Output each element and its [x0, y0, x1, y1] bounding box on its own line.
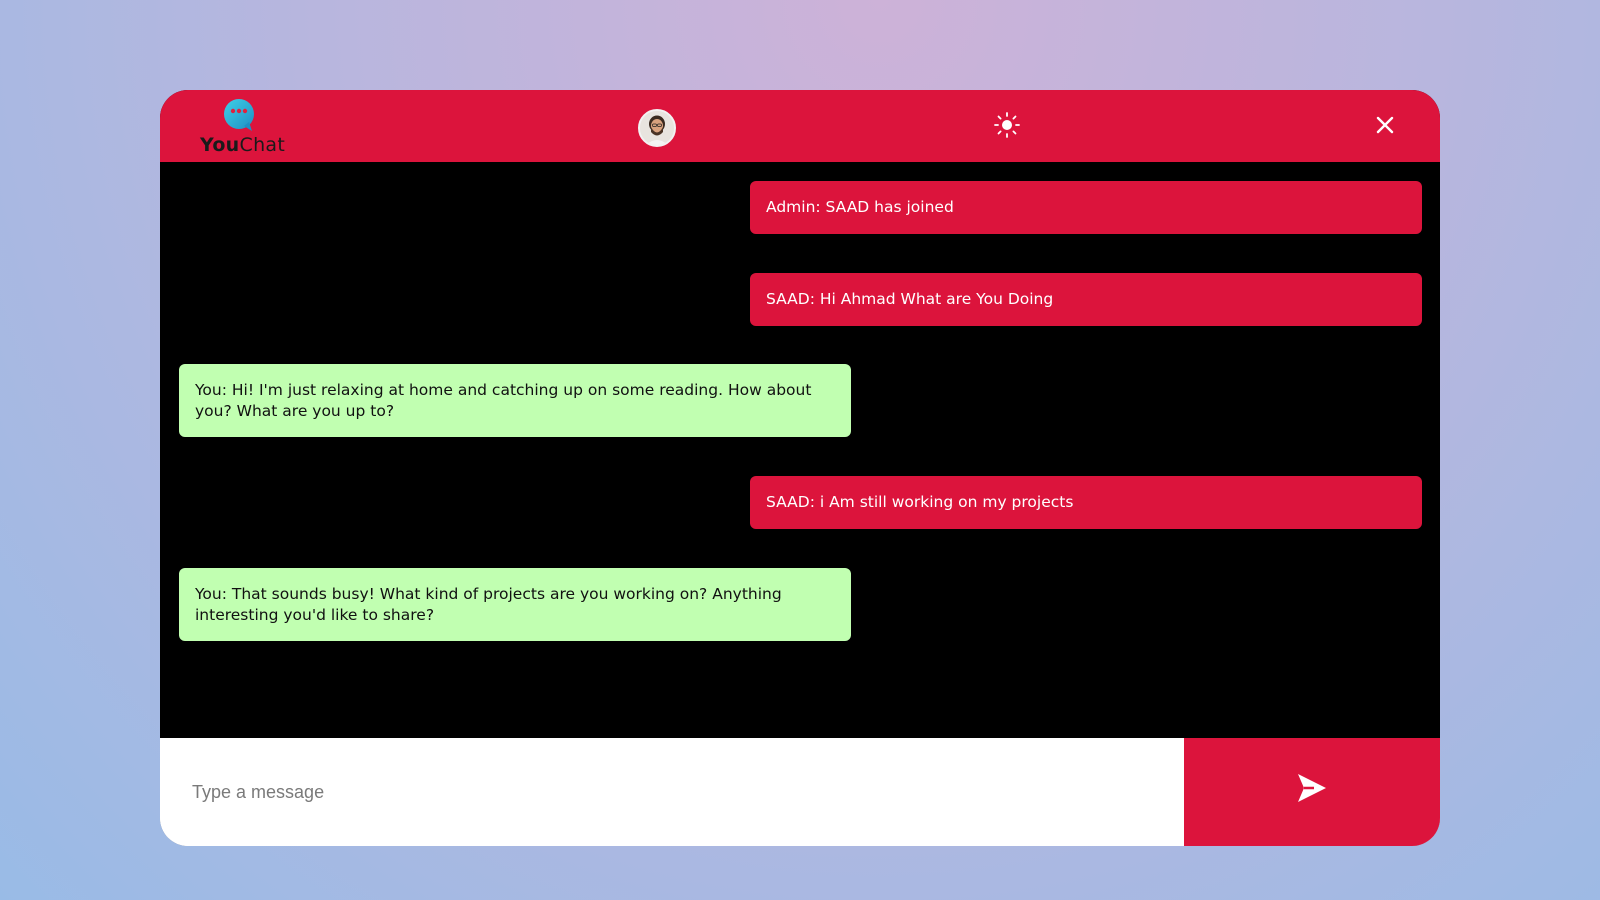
message-incoming: Admin: SAAD has joined	[750, 181, 1422, 234]
send-icon	[1298, 774, 1326, 802]
close-button[interactable]	[1372, 112, 1398, 138]
message-incoming: SAAD: i Am still working on my projects	[750, 476, 1422, 529]
user-avatar-icon[interactable]	[638, 109, 676, 147]
chat-bubble-logo-icon	[224, 99, 254, 131]
message-composer	[160, 738, 1440, 846]
message-input[interactable]	[160, 738, 1184, 846]
app-name: YouChat	[200, 134, 285, 156]
app-logo: YouChat	[196, 96, 286, 158]
chat-header: YouChat	[160, 90, 1440, 162]
message-list[interactable]: Admin: SAAD has joined SAAD: Hi Ahmad Wh…	[160, 162, 1440, 738]
message-incoming: SAAD: Hi Ahmad What are You Doing	[750, 273, 1422, 326]
send-button[interactable]	[1184, 738, 1440, 846]
chat-window: YouChat Admin: SAAD has joined SAAD: Hi …	[160, 90, 1440, 846]
sun-icon	[994, 112, 1020, 138]
theme-toggle-sun-icon[interactable]	[992, 110, 1022, 140]
app-name-light: Chat	[239, 134, 286, 156]
message-outgoing: You: That sounds busy! What kind of proj…	[179, 568, 851, 641]
message-outgoing: You: Hi! I'm just relaxing at home and c…	[179, 364, 851, 437]
app-name-bold: You	[200, 134, 240, 156]
avatar-image	[640, 111, 674, 145]
close-icon	[1376, 116, 1394, 134]
